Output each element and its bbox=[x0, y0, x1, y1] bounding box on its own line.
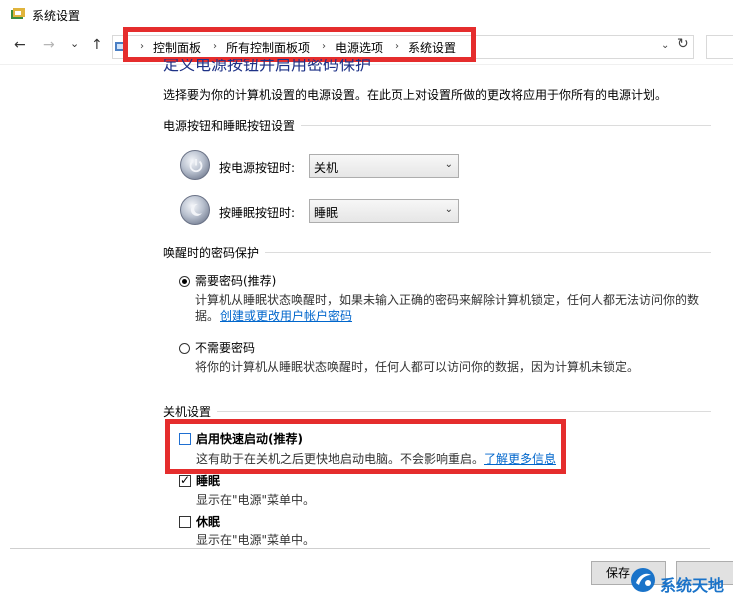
power-button-icon bbox=[180, 150, 210, 180]
no-password-label[interactable]: 不需要密码 bbox=[195, 339, 255, 356]
up-button[interactable]: ↑ bbox=[91, 37, 103, 53]
sleep-menu-label[interactable]: 睡眠 bbox=[196, 472, 220, 489]
power-buttons-group-label: 电源按钮和睡眠按钮设置 bbox=[163, 117, 302, 134]
no-password-desc: 将你的计算机从睡眠状态唤醒时，任何人都可以访问你的数据，因为计算机未锁定。 bbox=[195, 360, 640, 374]
sleep-menu-checkbox[interactable]: ✓ bbox=[179, 473, 191, 487]
recent-locations-button[interactable]: ⌄ bbox=[70, 37, 79, 50]
address-history-dropdown[interactable]: ⌄ bbox=[661, 40, 669, 51]
system-settings-app-icon bbox=[11, 8, 25, 19]
sleep-button-icon bbox=[180, 195, 210, 225]
sleep-button-action-select[interactable]: 睡眠 ⌄ bbox=[309, 199, 459, 223]
footer-divider bbox=[10, 548, 710, 549]
power-button-action-select[interactable]: 关机 ⌄ bbox=[309, 154, 459, 178]
page-heading: 定义电源按钮并启用密码保护 bbox=[163, 59, 372, 73]
create-change-password-link[interactable]: 创建或更改用户帐户密码 bbox=[220, 307, 352, 324]
refresh-button[interactable]: ↻ bbox=[677, 36, 689, 52]
hibernate-menu-label[interactable]: 休眠 bbox=[196, 513, 220, 530]
watermark-text: 系统天地 bbox=[660, 576, 725, 595]
sleep-menu-desc: 显示在"电源"菜单中。 bbox=[196, 493, 316, 507]
window-title: 系统设置 bbox=[32, 9, 81, 23]
power-button-action-value: 关机 bbox=[314, 161, 339, 175]
fast-startup-highlight-box bbox=[165, 419, 566, 474]
require-password-radio[interactable] bbox=[179, 276, 190, 287]
address-highlight-box bbox=[123, 27, 476, 62]
require-password-label[interactable]: 需要密码(推荐) bbox=[195, 272, 276, 289]
no-password-radio[interactable] bbox=[179, 343, 190, 354]
password-group-label: 唤醒时的密码保护 bbox=[163, 244, 266, 261]
watermark-logo-icon bbox=[631, 568, 655, 592]
sleep-button-label: 按睡眠按钮时: bbox=[219, 206, 296, 220]
sleep-button-action-value: 睡眠 bbox=[314, 206, 339, 220]
hibernate-menu-desc: 显示在"电源"菜单中。 bbox=[196, 533, 316, 547]
chevron-down-icon: ⌄ bbox=[444, 159, 453, 170]
group-divider bbox=[163, 411, 711, 412]
chevron-down-icon: ⌄ bbox=[444, 204, 453, 215]
search-input[interactable] bbox=[706, 35, 733, 59]
power-button-label: 按电源按钮时: bbox=[219, 161, 296, 175]
require-password-desc-line2: 据。 bbox=[195, 309, 220, 323]
checkmark-icon: ✓ bbox=[180, 473, 191, 487]
hibernate-menu-checkbox[interactable] bbox=[179, 516, 191, 528]
page-description: 选择要为你的计算机设置的电源设置。在此页上对设置所做的更改将应用于你所有的电源计… bbox=[163, 88, 668, 102]
shutdown-group-label: 关机设置 bbox=[163, 403, 218, 420]
require-password-desc-line1: 计算机从睡眠状态唤醒时，如果未输入正确的密码来解除计算机锁定，任何人都无法访问你… bbox=[195, 293, 700, 307]
forward-button[interactable]: → bbox=[43, 37, 55, 53]
back-button[interactable]: ← bbox=[14, 37, 26, 53]
